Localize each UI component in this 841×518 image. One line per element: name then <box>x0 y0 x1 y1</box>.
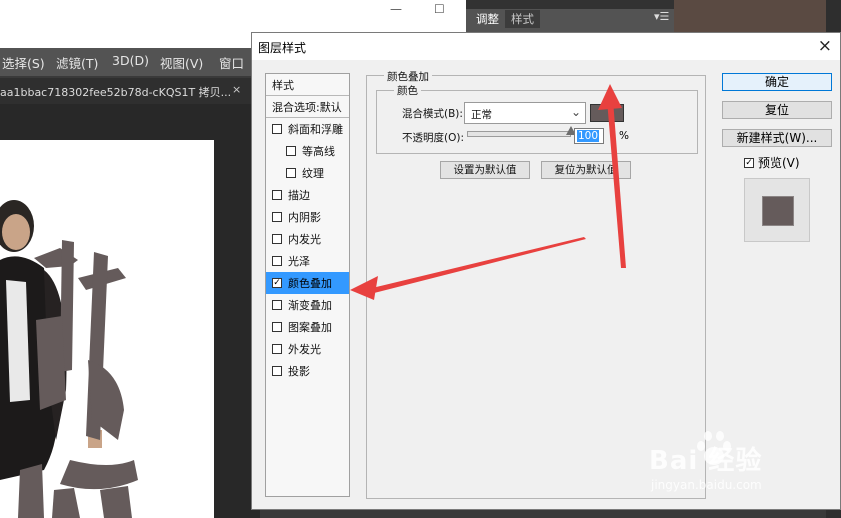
checkbox-checked[interactable]: ✓ <box>272 278 282 288</box>
style-item-outer-glow[interactable]: 外发光 <box>266 338 349 360</box>
maximize-button[interactable]: ☐ <box>434 2 445 16</box>
style-item-contour[interactable]: 等高线 <box>266 140 349 162</box>
layer-thumbnail-image <box>674 0 841 36</box>
checkbox[interactable] <box>272 124 282 134</box>
style-list-header[interactable]: 样式 <box>266 74 349 96</box>
watermark-brand: Bai 经验 <box>649 446 763 476</box>
watermark-url: jingyan.baidu.com <box>651 478 762 492</box>
menu-select[interactable]: 选择(S) <box>2 53 45 72</box>
style-item-label: 渐变叠加 <box>288 299 332 312</box>
preview-label: 预览(V) <box>758 156 800 170</box>
preview-swatch <box>762 196 794 226</box>
close-icon[interactable]: × <box>818 36 832 56</box>
opacity-slider-fill <box>468 132 570 136</box>
blend-mode-label: 混合模式(B): <box>402 108 463 120</box>
reset-button[interactable]: 复位 <box>722 101 832 119</box>
menu-3d[interactable]: 3D(D) <box>112 53 149 68</box>
preview-checkbox[interactable]: ✓ 预览(V) <box>744 154 800 171</box>
preview-thumbnail <box>744 178 810 242</box>
checkbox[interactable] <box>272 256 282 266</box>
style-item-label: 描边 <box>288 189 310 202</box>
style-item-label: 纹理 <box>302 167 324 180</box>
menu-view[interactable]: 视图(V) <box>160 53 203 72</box>
tab-adjustments[interactable]: 调整 <box>470 10 505 28</box>
chevron-down-icon: ⌄ <box>570 105 581 119</box>
section-title: 颜色叠加 <box>384 69 432 84</box>
opacity-label: 不透明度(O): <box>402 132 464 144</box>
subsection-title: 颜色 <box>394 83 421 98</box>
tab-styles[interactable]: 样式 <box>505 10 540 28</box>
new-style-button[interactable]: 新建样式(W)... <box>722 129 832 147</box>
style-item-drop-shadow[interactable]: 投影 <box>266 360 349 382</box>
style-item-inner-glow[interactable]: 内发光 <box>266 228 349 250</box>
style-item-label: 图案叠加 <box>288 321 332 334</box>
menu-window[interactable]: 窗口 <box>219 53 244 72</box>
style-item-bevel-emboss[interactable]: 斜面和浮雕 <box>266 118 349 140</box>
overlay-color-swatch[interactable] <box>590 104 624 122</box>
checkbox[interactable] <box>272 322 282 332</box>
blend-options-item[interactable]: 混合选项:默认 <box>266 96 349 118</box>
style-item-pattern-overlay[interactable]: 图案叠加 <box>266 316 349 338</box>
blend-options-label: 混合选项:默认 <box>272 100 342 114</box>
opacity-input[interactable]: 100 <box>574 128 604 144</box>
panel-header-strip <box>466 0 674 9</box>
style-item-color-overlay[interactable]: ✓ 颜色叠加 <box>266 272 349 294</box>
set-default-button[interactable]: 设置为默认值 <box>440 161 530 179</box>
document-tab-title[interactable]: aa1bbac718302fee52b78d-cKQS1T 拷贝... <box>0 84 231 100</box>
document-canvas <box>0 140 214 518</box>
style-item-label: 颜色叠加 <box>288 277 332 290</box>
menu-filter[interactable]: 滤镜(T) <box>56 53 98 72</box>
panel-menu-icon[interactable]: ▾☰ <box>654 10 669 23</box>
dialog-titlebar[interactable]: 图层样式 × <box>252 33 840 60</box>
style-item-label: 等高线 <box>302 145 335 158</box>
style-item-label: 斜面和浮雕 <box>288 123 343 136</box>
checkbox[interactable] <box>272 344 282 354</box>
style-list: 样式 混合选项:默认 斜面和浮雕 等高线 纹理 描边 内阴影 内发光 光泽 ✓ 颜… <box>265 73 350 497</box>
opacity-slider[interactable] <box>467 131 571 137</box>
checkbox[interactable] <box>272 300 282 310</box>
document-tab-close-icon[interactable]: × <box>232 83 241 96</box>
style-item-stroke[interactable]: 描边 <box>266 184 349 206</box>
style-item-gradient-overlay[interactable]: 渐变叠加 <box>266 294 349 316</box>
checkbox[interactable] <box>286 146 296 156</box>
blend-mode-value: 正常 <box>471 109 492 121</box>
checkbox[interactable] <box>286 168 296 178</box>
checkbox[interactable] <box>272 366 282 376</box>
layer-style-dialog: 图层样式 × 样式 混合选项:默认 斜面和浮雕 等高线 纹理 描边 内阴影 内发… <box>251 32 841 510</box>
style-list-header-label: 样式 <box>272 78 294 92</box>
style-item-label: 光泽 <box>288 255 310 268</box>
ok-button[interactable]: 确定 <box>722 73 832 91</box>
opacity-value: 100 <box>577 130 600 142</box>
checkbox[interactable] <box>272 212 282 222</box>
checkbox-checked[interactable]: ✓ <box>744 157 754 168</box>
opacity-unit: % <box>619 130 629 142</box>
style-item-label: 内发光 <box>288 233 321 246</box>
checkbox[interactable] <box>272 234 282 244</box>
checkbox[interactable] <box>272 190 282 200</box>
minimize-button[interactable]: — <box>390 2 402 16</box>
style-item-inner-shadow[interactable]: 内阴影 <box>266 206 349 228</box>
artwork-image <box>0 200 138 518</box>
blend-mode-select[interactable]: 正常 ⌄ <box>464 102 586 124</box>
style-item-label: 外发光 <box>288 343 321 356</box>
style-item-label: 内阴影 <box>288 211 321 224</box>
dialog-title: 图层样式 <box>258 41 307 55</box>
style-item-texture[interactable]: 纹理 <box>266 162 349 184</box>
style-item-label: 投影 <box>288 365 310 378</box>
style-item-satin[interactable]: 光泽 <box>266 250 349 272</box>
reset-default-button[interactable]: 复位为默认值 <box>541 161 631 179</box>
